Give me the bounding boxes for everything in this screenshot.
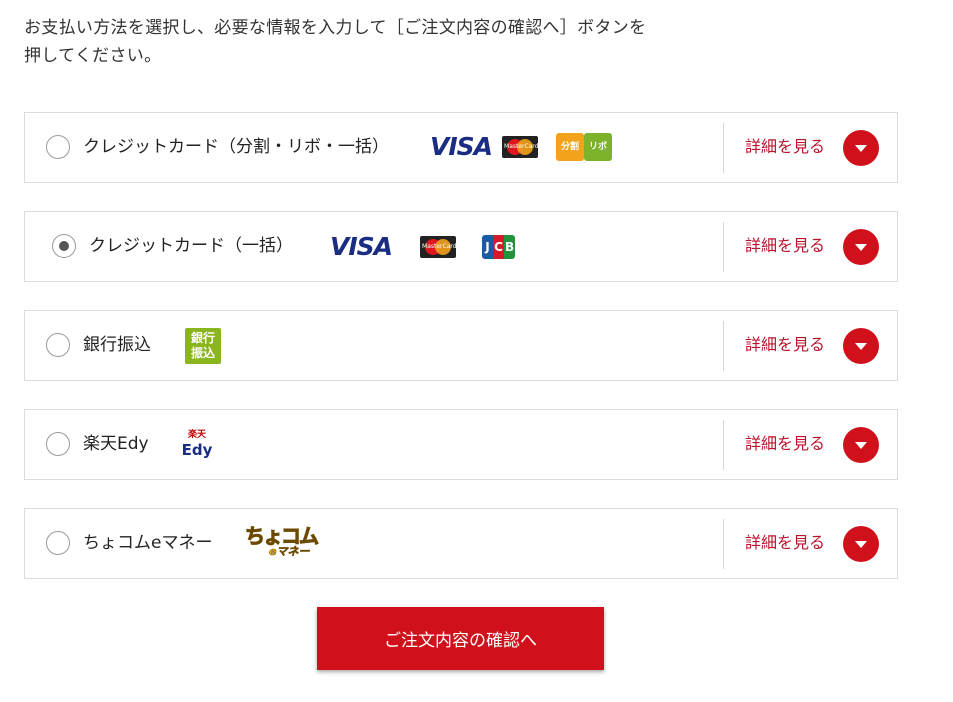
- radio-bank-transfer[interactable]: [46, 333, 70, 357]
- detail-link[interactable]: 詳細を見る: [745, 135, 825, 159]
- divider: [723, 519, 724, 569]
- radio-credit-installment[interactable]: [46, 135, 70, 159]
- radio-rakuten-edy[interactable]: [46, 432, 70, 456]
- payment-method-rakuten-edy[interactable]: 楽天Edy 楽天 Edy 詳細を見る: [24, 409, 898, 480]
- revolving-badge: リボ: [584, 133, 613, 161]
- payment-method-bank-transfer[interactable]: 銀行振込 銀行 振込 詳細を見る: [24, 310, 898, 381]
- jcb-logo: J C B: [482, 235, 516, 259]
- radio-chocom-emoney[interactable]: [46, 531, 70, 555]
- chevron-down-icon[interactable]: [843, 427, 879, 463]
- payment-logos: 銀行 振込: [185, 328, 221, 364]
- chevron-down-icon[interactable]: [843, 328, 879, 364]
- method-label: クレジットカード（分割・リボ・一括）: [83, 137, 389, 157]
- instruction-line-1: お支払い方法を選択し、必要な情報を入力して［ご注文内容の確認へ］ボタンを: [24, 18, 647, 38]
- method-label: 楽天Edy: [83, 434, 149, 454]
- confirm-order-button[interactable]: ご注文内容の確認へ: [317, 607, 604, 670]
- mastercard-logo: MasterCard: [502, 136, 539, 158]
- payment-method-chocom-emoney[interactable]: ちょコムeマネー ちょコム eマネー 詳細を見る: [24, 508, 898, 579]
- chocom-emoney-logo: ちょコム eマネー: [245, 524, 320, 559]
- detail-link[interactable]: 詳細を見る: [745, 333, 825, 357]
- mastercard-logo: MasterCard: [420, 236, 457, 258]
- chevron-down-icon[interactable]: [843, 130, 879, 166]
- payment-logos: 楽天 Edy: [180, 430, 214, 462]
- chevron-down-icon[interactable]: [843, 526, 879, 562]
- detail-link[interactable]: 詳細を見る: [745, 531, 825, 555]
- visa-logo: VISA: [430, 132, 493, 161]
- payment-instruction: お支払い方法を選択し、必要な情報を入力して［ご注文内容の確認へ］ボタンを 押して…: [24, 14, 784, 70]
- installment-badge: 分割: [556, 133, 585, 161]
- detail-link[interactable]: 詳細を見る: [745, 432, 825, 456]
- card-logos: VISA MasterCard J C B: [330, 232, 516, 261]
- method-label: 銀行振込: [83, 335, 151, 355]
- rakuten-edy-logo: 楽天 Edy: [181, 430, 213, 459]
- method-label: クレジットカード（一括）: [89, 236, 293, 256]
- card-logos: VISA MasterCard 分割 リボ: [430, 132, 613, 161]
- divider: [723, 123, 724, 173]
- divider: [723, 222, 724, 272]
- visa-logo: VISA: [330, 232, 393, 261]
- chevron-down-icon[interactable]: [843, 229, 879, 265]
- payment-logos: ちょコム eマネー: [245, 524, 320, 561]
- divider: [723, 321, 724, 371]
- payment-method-credit-installment[interactable]: クレジットカード（分割・リボ・一括） VISA MasterCard 分割 リボ…: [24, 112, 898, 183]
- divider: [723, 420, 724, 470]
- payment-method-credit-lump-sum[interactable]: クレジットカード（一括） VISA MasterCard J C B 詳細を見る: [24, 211, 898, 282]
- instruction-line-2: 押してください。: [24, 46, 162, 66]
- payment-method-list: クレジットカード（分割・リボ・一括） VISA MasterCard 分割 リボ…: [24, 112, 898, 607]
- method-label: ちょコムeマネー: [83, 533, 213, 553]
- radio-credit-lump-sum[interactable]: [52, 234, 76, 258]
- bank-transfer-logo: 銀行 振込: [185, 328, 221, 364]
- detail-link[interactable]: 詳細を見る: [745, 234, 825, 258]
